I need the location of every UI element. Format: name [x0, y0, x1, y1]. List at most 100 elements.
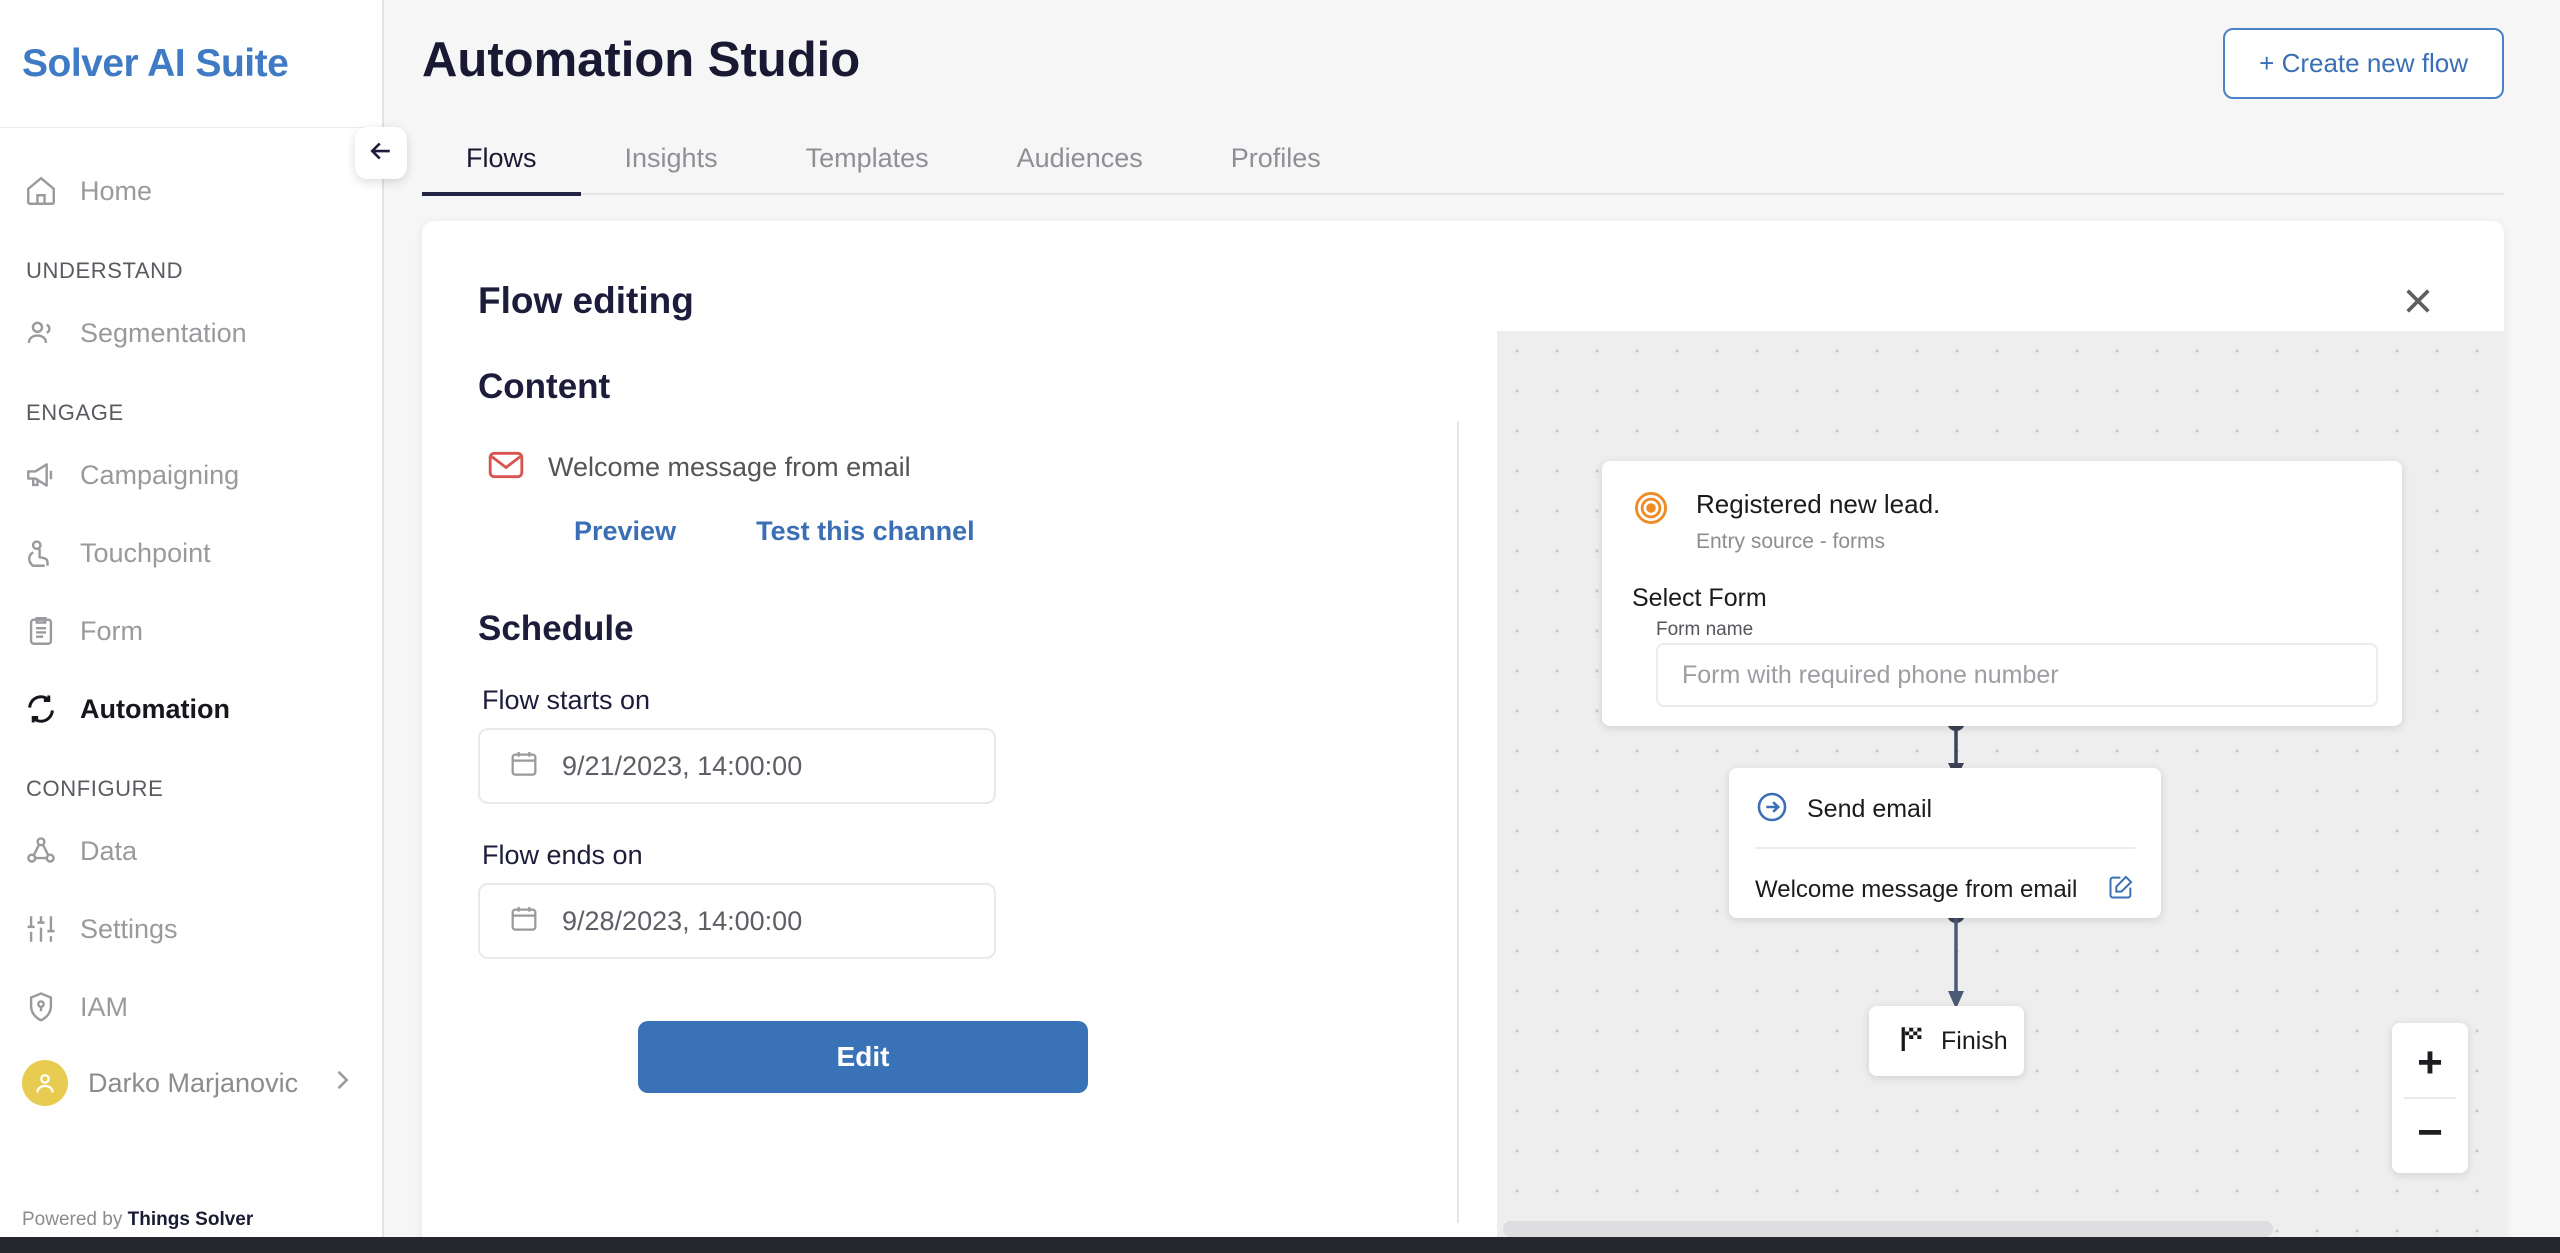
sidebar-user[interactable]: Darko Marjanovic: [0, 1046, 382, 1120]
connector-email-to-finish: [1947, 905, 1965, 1009]
sidebar-item-iam[interactable]: IAM: [0, 968, 382, 1046]
content-links: Preview Test this channel: [478, 516, 1387, 547]
flow-start-label: Flow starts on: [482, 685, 651, 715]
content-heading: Content: [478, 367, 611, 406]
finish-node-label: Finish: [1941, 1026, 2008, 1055]
sidebar-section-understand: UNDERSTAND: [26, 258, 184, 283]
tab-bar: Flows Insights Templates Audiences Profi…: [422, 133, 2504, 196]
avatar: [22, 1060, 68, 1106]
sidebar-item-automation[interactable]: Automation: [0, 670, 382, 748]
chevron-right-icon: [328, 1066, 356, 1100]
panel-header: Flow editing: [422, 221, 2504, 323]
sidebar-item-label: Campaigning: [80, 459, 240, 490]
select-form-label: Select Form: [1632, 584, 1767, 612]
sidebar-nav: Home UNDERSTAND Segmentation ENGAGE Camp…: [0, 128, 382, 1195]
home-icon: [24, 174, 58, 208]
target-icon: [1632, 489, 1670, 532]
flow-editing-panel: Flow editing Content Welcome message fro…: [422, 221, 2504, 1253]
send-email-node-title: Send email: [1807, 795, 1933, 823]
flow-end-label: Flow ends on: [482, 840, 643, 870]
form-name-label: Form name: [1656, 619, 1754, 640]
sidebar-item-data[interactable]: Data: [0, 812, 382, 890]
sliders-icon: [24, 912, 58, 946]
flow-canvas-wrapper: Registered new lead. Entry source - form…: [1457, 323, 2504, 1245]
flow-end-input[interactable]: 9/28/2023, 14:00:00: [478, 883, 996, 959]
powered-prefix: Powered by: [22, 1209, 128, 1230]
flow-start-input[interactable]: 9/21/2023, 14:00:00: [478, 728, 996, 804]
sidebar-section-engage: ENGAGE: [26, 400, 124, 425]
page-title: Automation Studio: [422, 33, 861, 87]
form-name-input[interactable]: Form with required phone number: [1656, 643, 2378, 707]
arrow-circle-right-icon: [1755, 790, 1789, 829]
create-new-flow-button[interactable]: + Create new flow: [2223, 28, 2504, 99]
canvas-horizontal-scrollbar[interactable]: [1503, 1221, 2273, 1237]
finish-node[interactable]: Finish: [1869, 1006, 2024, 1076]
zoom-in-button[interactable]: +: [2392, 1029, 2468, 1097]
preview-link[interactable]: Preview: [574, 516, 676, 547]
sidebar-item-label: Form: [80, 615, 143, 646]
shield-key-icon: [24, 990, 58, 1024]
send-email-node-body: Welcome message from email: [1755, 849, 2135, 906]
brand-title: Solver AI Suite: [22, 41, 289, 85]
content-channel-row: Welcome message from email: [478, 445, 1387, 490]
automation-icon: [24, 692, 58, 726]
tab-flows[interactable]: Flows: [422, 133, 581, 196]
sidebar: Solver AI Suite Home UNDERSTAND Segmenta…: [0, 0, 384, 1253]
calendar-icon: [508, 903, 540, 940]
clipboard-icon: [24, 614, 58, 648]
trigger-node-header: Registered new lead. Entry source - form…: [1632, 489, 2372, 554]
settings-column: Content Welcome message from email Previ…: [422, 323, 1457, 1245]
send-email-node-header: Send email: [1755, 790, 2135, 849]
zoom-controls: + −: [2392, 1023, 2468, 1173]
zoom-out-button[interactable]: −: [2392, 1099, 2468, 1167]
touch-icon: [24, 536, 58, 570]
tab-insights[interactable]: Insights: [581, 133, 762, 196]
sidebar-item-home[interactable]: Home: [0, 152, 382, 230]
sidebar-item-touchpoint[interactable]: Touchpoint: [0, 514, 382, 592]
sidebar-item-settings[interactable]: Settings: [0, 890, 382, 968]
schedule-section: Schedule Flow starts on 9/21/2023, 14:00…: [478, 609, 1387, 1093]
sidebar-user-name: Darko Marjanovic: [88, 1067, 299, 1098]
panel-body: Content Welcome message from email Previ…: [422, 323, 2504, 1245]
sidebar-item-label: Touchpoint: [80, 537, 211, 568]
page-header: Automation Studio + Create new flow: [384, 0, 2560, 99]
flow-canvas[interactable]: Registered new lead. Entry source - form…: [1497, 331, 2504, 1245]
sidebar-item-form[interactable]: Form: [0, 592, 382, 670]
main-area: Automation Studio + Create new flow Flow…: [384, 0, 2560, 1253]
content-channel-label: Welcome message from email: [548, 452, 911, 482]
send-email-node[interactable]: Send email Welcome message from email: [1729, 768, 2161, 918]
data-graph-icon: [24, 834, 58, 868]
users-icon: [24, 316, 58, 350]
edit-button[interactable]: Edit: [638, 1021, 1088, 1093]
sidebar-item-label: Segmentation: [80, 317, 247, 348]
email-icon: [486, 445, 526, 490]
edit-pencil-icon[interactable]: [2107, 873, 2135, 906]
megaphone-icon: [24, 458, 58, 492]
flow-end-value: 9/28/2023, 14:00:00: [562, 905, 803, 936]
tab-profiles[interactable]: Profiles: [1187, 133, 1365, 196]
trigger-node-subtitle: Entry source - forms: [1696, 530, 1886, 553]
sidebar-item-label: Home: [80, 175, 153, 206]
sidebar-item-campaigning[interactable]: Campaigning: [0, 436, 382, 514]
close-icon[interactable]: [2396, 279, 2440, 323]
send-email-node-message: Welcome message from email: [1755, 875, 2078, 903]
calendar-icon: [508, 748, 540, 785]
sidebar-item-label: Data: [80, 835, 138, 866]
tab-audiences[interactable]: Audiences: [973, 133, 1187, 196]
arrow-left-icon: [366, 136, 396, 171]
tab-templates[interactable]: Templates: [762, 133, 973, 196]
collapse-sidebar-button[interactable]: [355, 127, 407, 179]
test-channel-link[interactable]: Test this channel: [756, 516, 975, 547]
app-root: Solver AI Suite Home UNDERSTAND Segmenta…: [0, 0, 2560, 1253]
panel-title: Flow editing: [478, 280, 694, 321]
brand: Solver AI Suite: [0, 0, 382, 128]
sidebar-item-label: Settings: [80, 913, 178, 944]
finish-flag-icon: [1897, 1024, 1927, 1059]
trigger-node[interactable]: Registered new lead. Entry source - form…: [1602, 461, 2402, 726]
trigger-node-title: Registered new lead.: [1696, 489, 1941, 519]
os-taskbar: [0, 1237, 2560, 1253]
sidebar-section-configure: CONFIGURE: [26, 776, 164, 801]
schedule-heading: Schedule: [478, 609, 634, 648]
sidebar-item-label: IAM: [80, 991, 129, 1022]
sidebar-item-segmentation[interactable]: Segmentation: [0, 294, 382, 372]
